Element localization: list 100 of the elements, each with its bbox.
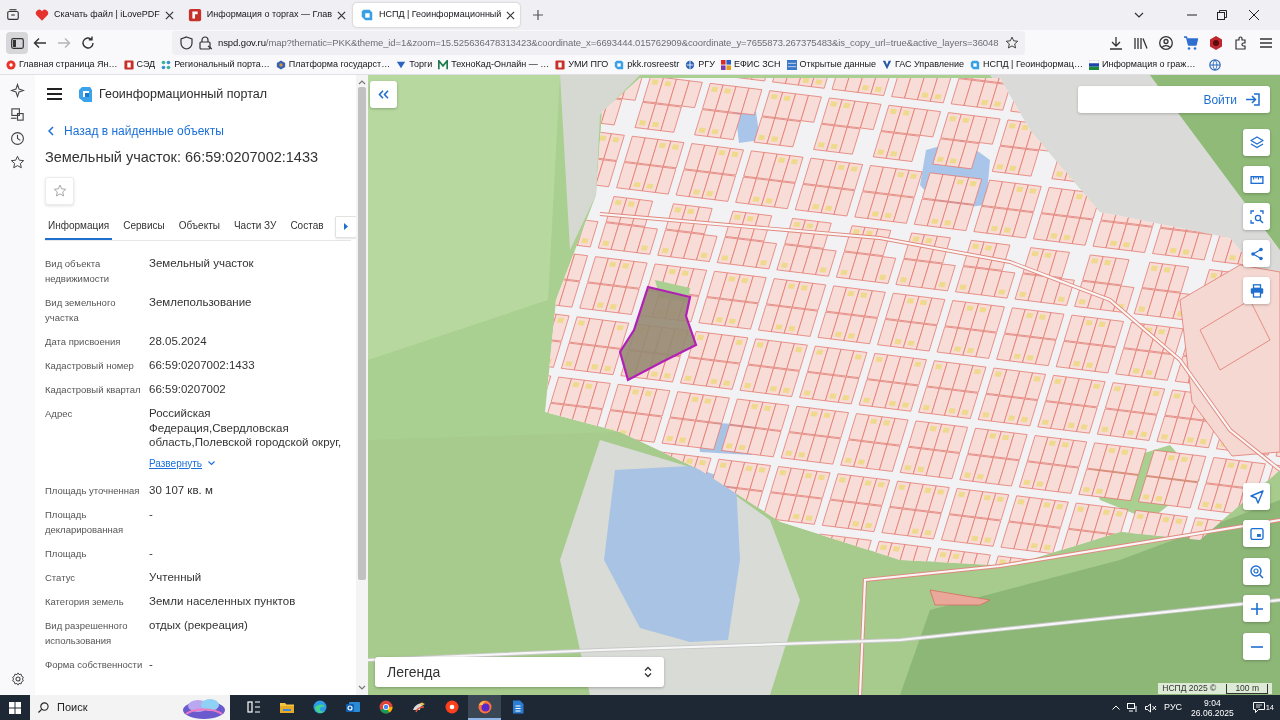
favicon-icon [6,60,16,70]
scroll-down-icon[interactable] [358,685,366,691]
bookmark[interactable]: УМИ ПГО [555,58,609,72]
settings-icon[interactable] [10,672,25,686]
bookmark[interactable]: Главная страница Ян… [6,58,118,72]
search-bar[interactable]: Поиск [30,695,230,720]
bookmark[interactable]: pkk.rosreestr [614,58,680,72]
chevron-down-icon[interactable] [1133,11,1145,19]
back-icon[interactable] [32,35,48,51]
star-icon[interactable] [1005,36,1019,50]
tabs-icon[interactable] [6,8,20,22]
legend-bar[interactable]: Легенда [375,657,664,687]
bookmark[interactable]: Торги [396,58,433,72]
download-icon[interactable] [1108,35,1124,51]
location-arrow-button[interactable] [1243,483,1270,510]
browser-tab[interactable]: Скачать файл | iLovePDF [28,3,179,27]
address-field[interactable]: nspd.gov.ru/map?thematic=PKK&theme_id=1&zoom=15.525636478313423&coordinate_x=6693444.015762909&coordinate_y=7655873.267375483&is_copy_url=true&active_layers=36048 [172,31,1025,55]
hexagon-icon[interactable] [1208,35,1224,51]
ruler-button[interactable] [1243,166,1270,193]
plus-icon [1249,601,1264,616]
scrollbar-thumb[interactable] [358,87,366,580]
chevron-down-icon [208,460,215,466]
plus-button[interactable] [1243,595,1270,622]
menu-icon[interactable] [47,88,62,100]
window-inset-button[interactable] [1243,520,1270,547]
property-value: 66:59:0207002 [149,382,227,397]
sparkle-icon[interactable] [10,83,25,98]
restore-icon[interactable] [1217,10,1227,20]
sidebar-button[interactable] [6,32,28,54]
globe-icon[interactable] [1209,59,1222,71]
property-value: - [149,656,154,671]
area-search-button[interactable] [1243,203,1270,230]
cloud-scene-icon[interactable] [182,696,226,719]
property-label: Вид земельного участка [45,296,117,325]
language-indicator[interactable]: РУС [1164,700,1183,715]
account-icon[interactable] [1158,35,1174,51]
window-inset-icon [1249,527,1264,540]
bookmark[interactable]: Открытые данные [786,58,876,72]
property-label: Кадастровый номер [45,359,135,373]
heart-icon [35,8,49,22]
expand-link[interactable]: Развернуть [149,455,215,471]
map-attribution: НСПД 2025 © [1162,682,1217,695]
taskbar-app[interactable] [468,695,501,720]
bookmark[interactable]: ГАС Управление [881,58,964,72]
chevron-up-icon[interactable] [1112,705,1121,710]
info-tab[interactable]: Информация [45,212,113,240]
info-tab[interactable]: Части ЗУ [230,212,280,240]
close-icon[interactable] [506,10,516,20]
browser-tab[interactable]: Информация о торгах — Глав [180,3,351,27]
clock-date: 26.06.2025 [1191,707,1234,718]
info-tab[interactable]: Сервисы [120,212,168,240]
star-icon[interactable] [10,155,25,170]
cart-icon[interactable] [1183,35,1199,51]
bookmark[interactable]: НСПД | Геоинформац… [970,58,1083,72]
info-tab[interactable]: Состав [287,212,327,240]
bookmark[interactable]: Информация о граж… [1088,58,1196,72]
bookmark[interactable]: РГУ [685,58,715,72]
muted-speaker-icon[interactable] [1145,702,1158,713]
four-squares-icon[interactable] [9,701,21,714]
selected-parcel[interactable] [618,285,698,382]
bookmark[interactable]: ЕФИС ЗСН [720,58,781,72]
up-down-chevron-icon[interactable] [644,666,652,678]
favicon-icon [720,60,731,70]
chat-bubble-icon[interactable] [1252,702,1265,713]
devices-icon[interactable] [10,107,25,122]
scrollbar-track[interactable] [356,75,368,695]
bookmark[interactable]: СЭД [123,58,156,72]
tabs-scroll-button[interactable] [334,215,356,238]
printer-button[interactable] [1243,277,1270,304]
browser-tab[interactable]: НСПД | Геоинформационный [352,3,521,27]
close-icon[interactable] [164,10,174,20]
search-input[interactable]: Поиск [57,699,167,716]
login-button[interactable]: Войти [1078,86,1270,113]
monitor-icon[interactable] [1127,702,1139,713]
close-icon[interactable] [336,10,346,20]
property-label: Площадь декларированная [45,507,125,537]
clock-icon[interactable] [10,131,25,146]
chevron-right-icon [343,223,348,230]
scroll-up-icon[interactable] [358,79,366,85]
property-label: Кадастровый квартал [45,383,142,397]
library-icon[interactable] [1133,35,1149,51]
target-search-button[interactable] [1243,558,1270,585]
close-icon[interactable] [1249,10,1259,20]
collapse-button[interactable] [370,81,397,108]
info-tab[interactable]: Объекты [175,212,223,240]
reload-icon[interactable] [80,35,96,51]
favicon-icon [614,60,625,70]
plus-icon[interactable] [532,9,545,21]
bookmark[interactable]: Платформа государст… [275,58,391,72]
minus-button[interactable] [1243,633,1270,660]
puzzle-icon[interactable] [1233,35,1249,51]
target-search-icon [1249,564,1264,579]
back-link[interactable]: Назад в найденные объекты [45,119,351,143]
url-text: nspd.gov.ru/map?thematic=PKK&theme_id=1&zoom=15.525636478313423&coordinate_x=6693444.015762909&coordinate_y=7655873.267375483&is_copy_url=true&active_layers=36048 [218,35,999,50]
share-button[interactable] [1243,240,1270,267]
favicon-icon [438,60,449,70]
bookmark[interactable]: Региональный порта… [161,58,270,72]
layers-button[interactable] [1243,129,1270,156]
search-icon [38,702,49,713]
bookmark[interactable]: ТехноКад-Онлайн — … [438,58,550,72]
